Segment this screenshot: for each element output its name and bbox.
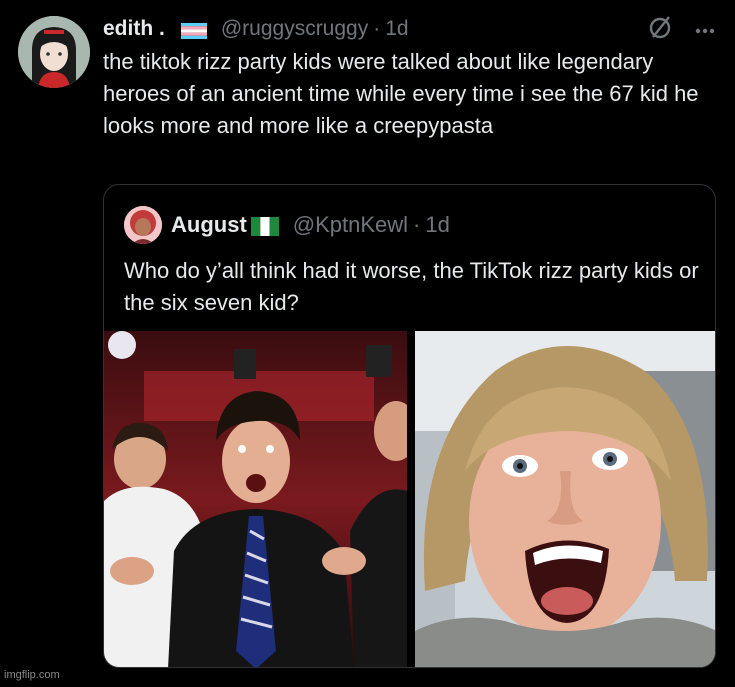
more-dots-icon[interactable] — [695, 21, 715, 39]
quoted-timestamp[interactable]: 1d — [425, 212, 449, 238]
quoted-tweet[interactable]: August @KptnKewl · 1d Who do y’all think… — [103, 184, 716, 668]
quoted-header: August @KptnKewl · 1d — [124, 205, 450, 245]
tweet-timestamp[interactable]: 1d — [385, 17, 408, 41]
tweet-body: the tiktok rizz party kids were talked a… — [103, 49, 699, 138]
slash-circle-icon[interactable] — [647, 14, 673, 45]
party-photo[interactable] — [104, 331, 407, 667]
separator-dot: · — [413, 212, 421, 237]
tweet-header: edith . @ruggyscruggy · 1d — [103, 14, 409, 44]
quoted-author-name[interactable]: August — [171, 212, 247, 238]
media-grid — [104, 331, 715, 667]
nigeria-flag-icon — [250, 216, 279, 236]
author-name[interactable]: edith . — [103, 17, 165, 41]
quoted-author-handle[interactable]: @KptnKewl — [293, 212, 408, 238]
quoted-avatar[interactable] — [124, 206, 162, 244]
quoted-tweet-body: Who do y’all think had it worse, the Tik… — [124, 258, 699, 315]
boy-closeup-photo[interactable] — [415, 331, 715, 667]
author-handle[interactable]: @ruggyscruggy — [221, 17, 368, 41]
trans-flag-icon — [180, 21, 207, 39]
tweet-actions — [647, 14, 715, 45]
watermark: imgflip.com — [4, 669, 60, 681]
separator-dot: · — [373, 17, 381, 40]
author-avatar[interactable] — [18, 16, 90, 88]
